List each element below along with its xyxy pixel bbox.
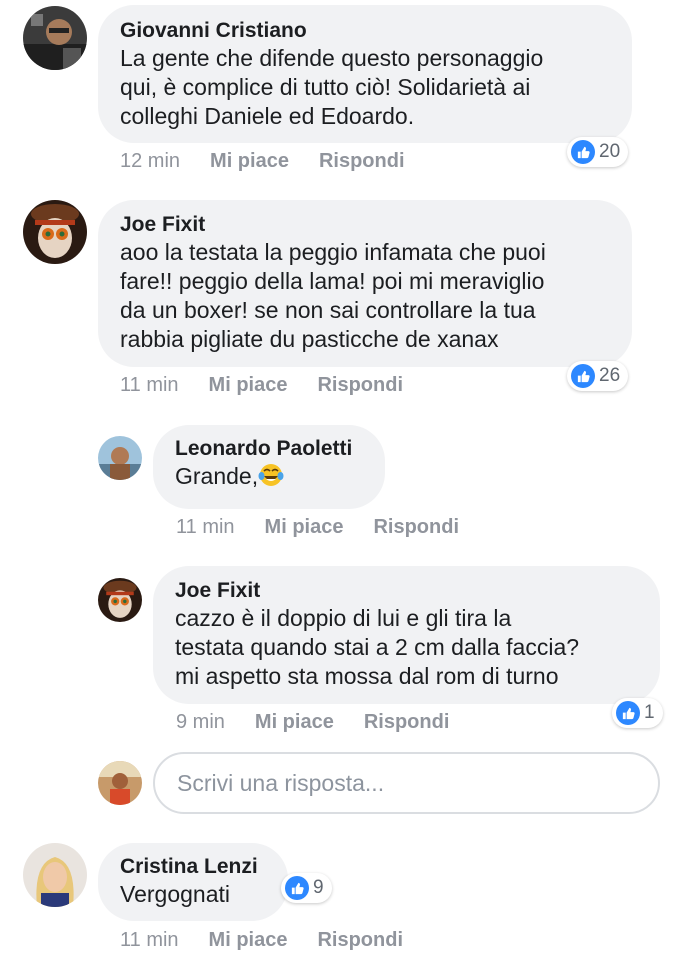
thumbs-up-icon	[285, 876, 309, 900]
reply-input[interactable]: Scrivi una risposta...	[153, 752, 660, 814]
comment-actions: 9 min Mi piace Rispondi	[176, 711, 449, 734]
reaction-number: 26	[599, 365, 621, 386]
reply-button[interactable]: Rispondi	[373, 516, 459, 539]
comment-time: 11 min	[120, 929, 179, 951]
comment-text: cazzo è il doppio di lui e gli tira la t…	[175, 605, 580, 689]
reply-button[interactable]: Rispondi	[317, 374, 403, 397]
comment-author[interactable]: Joe Fixit	[175, 578, 638, 604]
comment-author[interactable]: Leonardo Paoletti	[175, 436, 363, 462]
comment-text: Grande,	[175, 463, 259, 489]
reply-button[interactable]: Rispondi	[364, 711, 450, 734]
comment-text: Vergognati	[120, 881, 230, 907]
like-button[interactable]: Mi piace	[210, 150, 289, 173]
comment-actions: 11 min Mi piace Rispondi	[176, 516, 459, 539]
comment-author[interactable]: Cristina Lenzi	[120, 854, 266, 880]
avatar[interactable]	[23, 6, 87, 70]
comment-bubble: Joe Fixit cazzo è il doppio di lui e gli…	[153, 566, 660, 704]
comment-author[interactable]: Giovanni Cristiano	[120, 18, 610, 44]
avatar	[98, 761, 142, 805]
comment-text-wrap: Grande,	[175, 462, 363, 491]
reaction-count[interactable]: 9	[281, 873, 332, 903]
comment-text: La gente che difende questo personaggio …	[120, 45, 544, 129]
comment-author[interactable]: Joe Fixit	[120, 212, 610, 238]
comment-text: aoo la testata la peggio infamata che pu…	[120, 239, 546, 352]
comment-time: 11 min	[120, 374, 179, 396]
comment-bubble: Joe Fixit aoo la testata la peggio infam…	[98, 200, 632, 367]
reaction-number: 20	[599, 141, 621, 162]
comment-bubble: Giovanni Cristiano La gente che difende …	[98, 5, 632, 143]
thumbs-up-icon	[571, 140, 595, 164]
thumbs-up-icon	[616, 701, 640, 725]
reaction-count[interactable]: 20	[567, 137, 629, 167]
comment-time: 9 min	[176, 711, 225, 733]
comment-actions: 11 min Mi piace Rispondi	[120, 374, 403, 397]
like-button[interactable]: Mi piace	[209, 929, 288, 952]
comment-actions: 11 min Mi piace Rispondi	[120, 929, 403, 952]
reaction-number: 1	[644, 702, 655, 723]
like-button[interactable]: Mi piace	[255, 711, 334, 734]
comment-bubble: Cristina Lenzi Vergognati	[98, 843, 288, 921]
thumbs-up-icon	[571, 364, 595, 388]
comment-actions: 12 min Mi piace Rispondi	[120, 150, 405, 173]
comment-bubble: Leonardo Paoletti Grande,	[153, 425, 385, 509]
like-button[interactable]: Mi piace	[265, 516, 344, 539]
reaction-count[interactable]: 26	[567, 361, 629, 391]
avatar[interactable]	[23, 200, 87, 264]
reply-button[interactable]: Rispondi	[319, 150, 405, 173]
comment-time: 12 min	[120, 150, 181, 172]
comment-time: 11 min	[176, 516, 235, 538]
avatar[interactable]	[98, 436, 142, 480]
avatar[interactable]	[98, 578, 142, 622]
avatar[interactable]	[23, 843, 87, 907]
like-button[interactable]: Mi piace	[209, 374, 288, 397]
tears-of-joy-emoji	[258, 464, 284, 486]
reply-button[interactable]: Rispondi	[317, 929, 403, 952]
reaction-count[interactable]: 1	[612, 698, 663, 728]
reaction-number: 9	[313, 877, 324, 898]
